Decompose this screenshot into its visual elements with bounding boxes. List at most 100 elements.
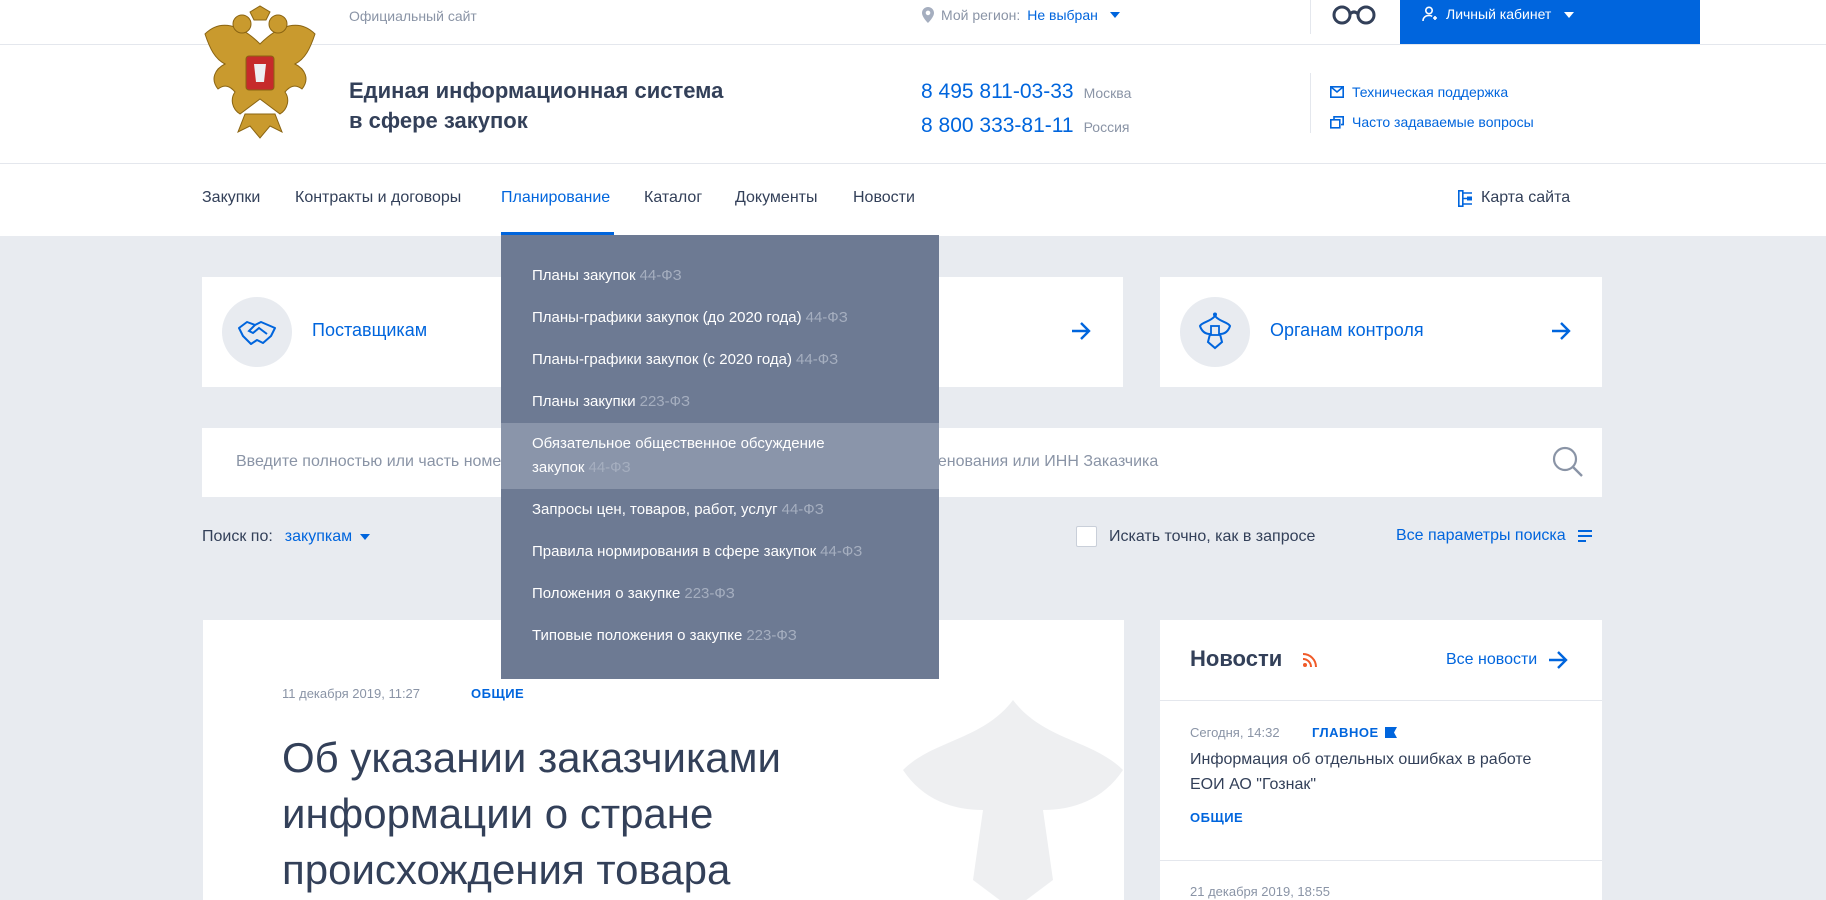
control-bodies-card[interactable]: Органам контроля [1160, 277, 1602, 387]
planning-dropdown-menu: Планы закупок 44-ФЗ Планы-графики закупок… [501, 235, 939, 679]
divider [1310, 0, 1311, 34]
nav-item-purchases[interactable]: Закупки [202, 189, 260, 207]
nav-item-documents[interactable]: Документы [735, 189, 817, 207]
tech-support-link[interactable]: Техническая поддержка [1330, 84, 1508, 100]
article-date: 11 декабря 2019, 11:27 [282, 686, 421, 701]
user-icon [1422, 6, 1437, 22]
menu-item-label: Планы закупок [532, 267, 636, 284]
site-title-line1: Единая информационная система [349, 78, 724, 103]
menu-item-label: Планы-графики закупок (до 2020 года) [532, 309, 802, 326]
menu-item-label: Запросы цен, товаров, работ, услуг [532, 501, 778, 518]
menu-item-label: Планы-графики закупок (с 2020 года) [532, 351, 793, 368]
menu-item-purchase-plans[interactable]: Планы закупок 44-ФЗ [501, 255, 939, 297]
news-item-tag-label[interactable]: ГЛАВНОЕ [1312, 725, 1379, 740]
official-site-label: Официальный сайт [349, 8, 477, 24]
suppliers-label[interactable]: Поставщикам [312, 320, 427, 341]
news-item-date: Сегодня, 14:32 [1190, 725, 1280, 740]
law-badge: 44-ФЗ [796, 351, 839, 368]
nav-item-catalog[interactable]: Каталог [644, 189, 702, 207]
menu-item-label: Положения о закупке [532, 585, 681, 602]
phone-city: Россия [1083, 119, 1130, 135]
law-badge: 44-ФЗ [820, 543, 863, 560]
all-news-link[interactable]: Все новости [1446, 650, 1569, 670]
chat-icon [1330, 115, 1344, 129]
search-icon[interactable] [1552, 446, 1584, 478]
tech-support-label[interactable]: Техническая поддержка [1352, 84, 1508, 100]
region-label: Мой регион: [941, 7, 1021, 23]
chevron-down-icon [360, 534, 371, 540]
menu-item-label: Обязательное общественное обсуждение зак… [532, 435, 825, 476]
nav-item-contracts[interactable]: Контракты и договоры [295, 189, 461, 207]
phone-moscow[interactable]: 8 495 811-03-33 Москва [921, 80, 1131, 104]
law-badge: 44-ФЗ [781, 501, 824, 518]
exact-search-label[interactable]: Искать точно, как в запросе [1109, 528, 1315, 546]
phone-number[interactable]: 8 495 811-03-33 [921, 80, 1074, 103]
law-badge: 44-ФЗ [805, 309, 848, 326]
accessibility-glasses-icon[interactable] [1331, 3, 1377, 32]
menu-item-purchase-regulations[interactable]: Положения о закупке 223-ФЗ [501, 573, 939, 615]
menu-item-label: Планы закупки [532, 393, 636, 410]
news-panel: Новости Все новости Сегодня, 14:32 ГЛАВН… [1160, 620, 1602, 900]
article-title[interactable]: Об указании заказчиками информации о стр… [282, 730, 882, 898]
menu-item-public-discussion[interactable]: Обязательное общественное обсуждение зак… [501, 423, 939, 489]
faq-link[interactable]: Часто задаваемые вопросы [1330, 114, 1534, 130]
flag-icon [1384, 727, 1397, 738]
site-title-line2: в сфере закупок [349, 108, 528, 133]
divider [1160, 860, 1602, 861]
menu-item-rationing-rules[interactable]: Правила нормирования в сфере закупок 44-Ф… [501, 531, 939, 573]
search-by-label: Поиск по: [202, 528, 273, 545]
chevron-down-icon [1109, 12, 1120, 18]
news-item-date: 21 декабря 2019, 18:55 [1190, 884, 1330, 899]
phone-city: Москва [1083, 85, 1132, 101]
checkbox[interactable] [1076, 526, 1097, 547]
nav-item-news[interactable]: Новости [853, 189, 915, 207]
exact-search-checkbox[interactable]: Искать точно, как в запросе [1076, 526, 1315, 547]
menu-item-label: Типовые положения о закупке [532, 627, 743, 644]
menu-item-price-requests[interactable]: Запросы цен, товаров, работ, услуг 44-ФЗ [501, 489, 939, 531]
law-badge: 44-ФЗ [639, 267, 682, 284]
region-selector[interactable]: Мой регион: Не выбран [922, 7, 1120, 23]
all-news-label[interactable]: Все новости [1446, 651, 1537, 669]
law-badge: 44-ФЗ [588, 459, 631, 476]
menu-item-purchase-plans-223[interactable]: Планы закупки 223-ФЗ [501, 381, 939, 423]
menu-item-schedules-before-2020[interactable]: Планы-графики закупок (до 2020 года) 44-Ф… [501, 297, 939, 339]
divider [1310, 73, 1311, 133]
phone-number[interactable]: 8 800 333-81-11 [921, 114, 1074, 137]
coat-of-arms-logo[interactable] [200, 4, 320, 145]
personal-cabinet-button[interactable]: Личный кабинет [1400, 0, 1700, 44]
menu-item-schedules-from-2020[interactable]: Планы-графики закупок (с 2020 года) 44-ФЗ [501, 339, 939, 381]
arrow-right-icon[interactable] [1550, 321, 1572, 341]
site-title: Единая информационная система в сфере за… [349, 76, 723, 136]
arrow-right-icon [1549, 651, 1568, 669]
region-value[interactable]: Не выбран [1027, 7, 1098, 23]
faq-label[interactable]: Часто задаваемые вопросы [1352, 114, 1534, 130]
chevron-down-icon [1564, 12, 1575, 18]
news-item-category[interactable]: ОБЩИЕ [1190, 810, 1243, 825]
location-pin-icon [922, 7, 934, 23]
mail-icon [1330, 86, 1344, 98]
news-item-tag[interactable]: ГЛАВНОЕ [1312, 725, 1397, 740]
personal-cabinet-label: Личный кабинет [1446, 6, 1552, 22]
law-badge: 223-ФЗ [746, 627, 797, 644]
nav-item-planning[interactable]: Планирование [501, 189, 610, 207]
arrow-right-icon[interactable] [1070, 321, 1092, 341]
all-search-params-link[interactable]: Все параметры поиска [1396, 527, 1592, 545]
menu-item-label: Правила нормирования в сфере закупок [532, 543, 817, 560]
sitemap-link[interactable]: Карта сайта [1458, 189, 1570, 207]
control-bodies-label[interactable]: Органам контроля [1270, 320, 1424, 341]
news-title: Новости [1190, 646, 1283, 671]
eagle-watermark-icon [903, 700, 1123, 900]
rss-icon[interactable] [1302, 652, 1318, 668]
filter-lines-icon [1577, 530, 1592, 542]
all-search-params-label[interactable]: Все параметры поиска [1396, 527, 1566, 545]
phone-russia[interactable]: 8 800 333-81-11 Россия [921, 114, 1130, 138]
divider [1160, 700, 1602, 701]
law-badge: 223-ФЗ [684, 585, 735, 602]
menu-item-standard-regulations[interactable]: Типовые положения о закупке 223-ФЗ [501, 615, 939, 657]
article-tag[interactable]: ОБЩИЕ [471, 686, 524, 701]
sitemap-label[interactable]: Карта сайта [1481, 189, 1570, 207]
search-by-selector[interactable]: Поиск по: закупкам [202, 528, 371, 546]
search-by-value[interactable]: закупкам [285, 528, 352, 546]
news-item-title[interactable]: Информация об отдельных ошибках в работе… [1190, 747, 1570, 797]
law-badge: 223-ФЗ [639, 393, 691, 410]
